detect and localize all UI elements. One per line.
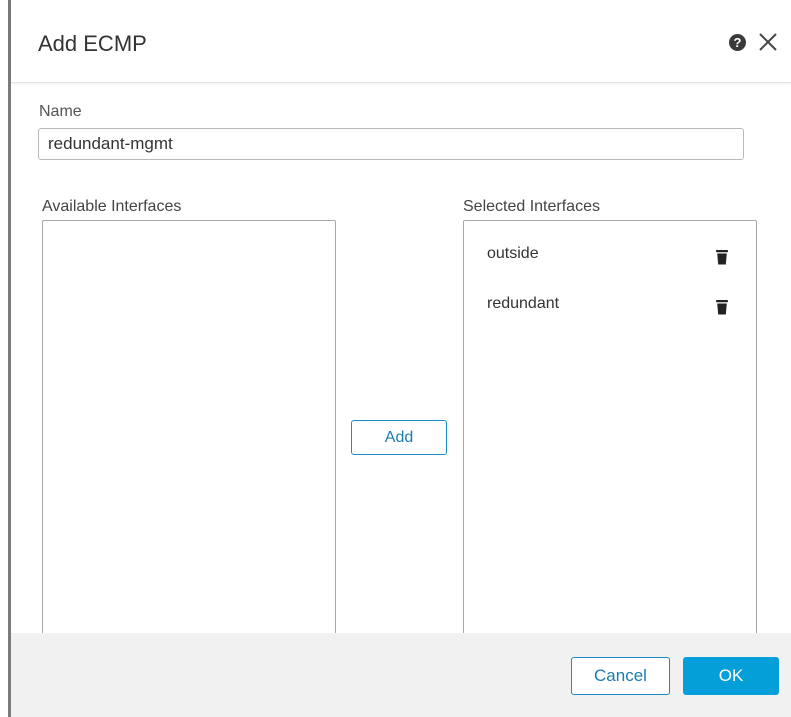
selected-interface-label: redundant [487,295,560,312]
trash-icon[interactable] [716,299,728,315]
dialog-title: Add ECMP [38,31,147,56]
selected-interface-label: outside [487,245,539,262]
help-icon[interactable]: ? [729,34,746,51]
selected-interface-item[interactable]: redundant [464,279,756,319]
name-label: Name [39,103,82,120]
add-button[interactable]: Add [351,420,447,455]
ok-button[interactable]: OK [683,657,779,695]
available-interfaces-label: Available Interfaces [42,198,182,215]
add-ecmp-dialog: Add ECMP ? Name Available Interfaces Add… [11,0,791,717]
selected-interfaces-list[interactable]: outside redundant [463,220,757,660]
name-input[interactable] [38,128,744,160]
trash-icon[interactable] [716,249,728,265]
dialog-footer: Cancel OK [11,633,791,717]
available-interfaces-list[interactable] [42,220,336,660]
dialog-header: Add ECMP ? [11,0,791,83]
selected-interfaces-label: Selected Interfaces [463,198,600,215]
close-icon[interactable] [757,31,779,53]
cancel-button[interactable]: Cancel [571,657,670,695]
page: Add ECMP ? Name Available Interfaces Add… [0,0,791,717]
selected-interface-item[interactable]: outside [464,229,756,269]
